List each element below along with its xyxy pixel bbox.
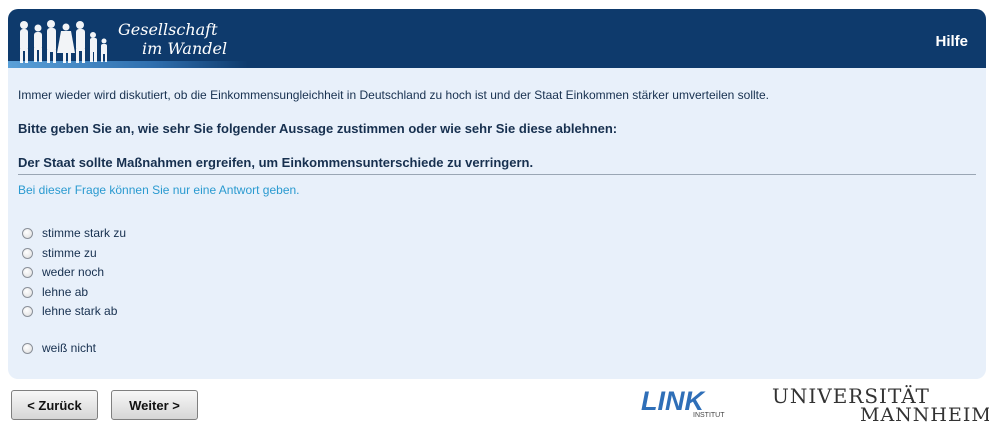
uni-mannheim-logo: UNIVERSITÄT MANNHEIM — [772, 384, 989, 426]
brand-logo-text: Gesellschaft im Wandel — [118, 20, 227, 58]
option-weder-noch[interactable]: weder noch — [22, 265, 104, 279]
answer-hint: Bei dieser Frage können Sie nur eine Ant… — [18, 183, 300, 197]
option-label: stimme stark zu — [42, 226, 127, 240]
radio-button[interactable] — [22, 305, 33, 317]
option-label: weder noch — [42, 265, 105, 279]
link-logo-sub: INSTITUT — [693, 412, 725, 419]
radio-button[interactable] — [22, 286, 33, 298]
radio-button[interactable] — [22, 266, 33, 278]
option-label: weiß nicht — [42, 341, 97, 355]
option-stimme-stark-zu[interactable]: stimme stark zu — [22, 226, 126, 240]
option-weiss-nicht[interactable]: weiß nicht — [22, 341, 96, 355]
back-button[interactable]: < Zurück — [11, 390, 98, 420]
radio-button[interactable] — [22, 227, 33, 239]
question-statement: Der Staat sollte Maßnahmen ergreifen, um… — [18, 155, 534, 170]
logo-line-1: Gesellschaft — [118, 20, 218, 39]
option-stimme-zu[interactable]: stimme zu — [22, 246, 97, 260]
option-lehne-stark-ab[interactable]: lehne stark ab — [22, 304, 117, 318]
header-bar: Gesellschaft im Wandel Hilfe — [8, 9, 986, 68]
question-intro: Immer wieder wird diskutiert, ob die Ein… — [18, 88, 770, 102]
radio-button[interactable] — [22, 342, 33, 354]
option-label: lehne stark ab — [42, 304, 118, 318]
radio-button[interactable] — [22, 247, 33, 259]
divider — [18, 174, 976, 175]
survey-panel: Gesellschaft im Wandel Hilfe Immer wiede… — [8, 9, 986, 379]
next-button[interactable]: Weiter > — [111, 390, 198, 420]
option-lehne-ab[interactable]: lehne ab — [22, 285, 88, 299]
people-silhouettes-icon — [20, 20, 107, 63]
option-label: stimme zu — [42, 246, 97, 260]
logo-line-2: im Wandel — [142, 39, 228, 58]
link-institut-logo: LINK INSTITUT — [641, 386, 725, 419]
help-link[interactable]: Hilfe — [935, 33, 968, 50]
option-label: lehne ab — [42, 285, 89, 299]
question-instruction: Bitte geben Sie an, wie sehr Sie folgend… — [18, 121, 618, 136]
